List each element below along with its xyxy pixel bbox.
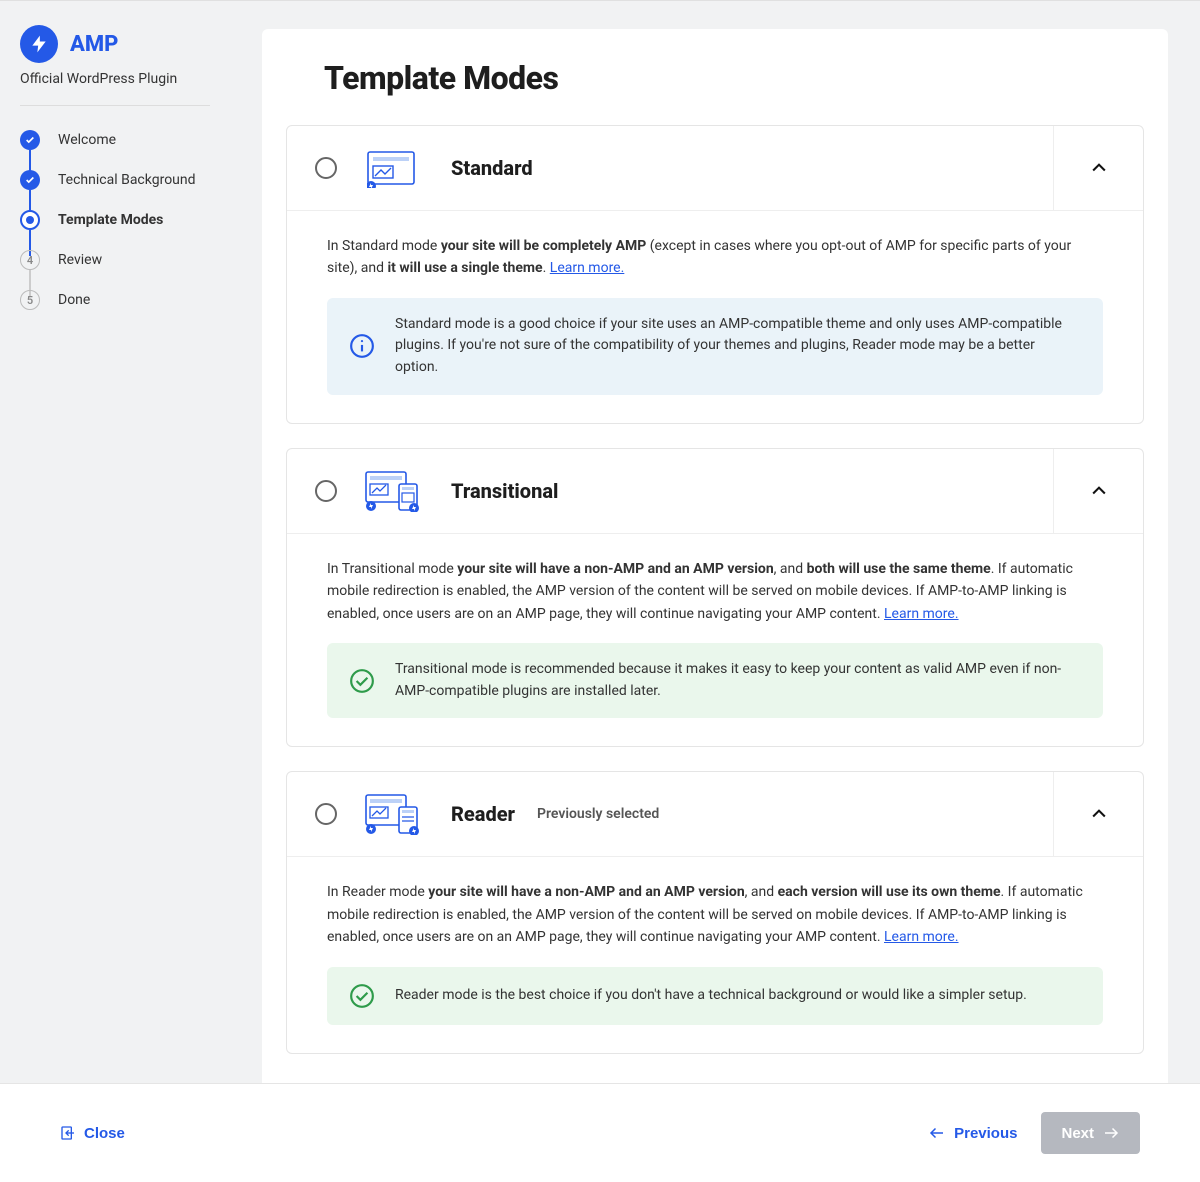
check-circle-icon <box>349 668 375 694</box>
success-callout: Reader mode is the best choice if you do… <box>327 967 1103 1025</box>
mode-card-reader: Reader Previously selected In Reader mod… <box>286 771 1144 1053</box>
brand-subtitle: Official WordPress Plugin <box>20 71 210 87</box>
arrow-left-icon <box>928 1124 946 1142</box>
callout-text: Standard mode is a good choice if your s… <box>395 314 1081 379</box>
sidebar: AMP Official WordPress Plugin Welcome Te… <box>0 1 230 1142</box>
callout-text: Transitional mode is recommended because… <box>395 659 1081 702</box>
radio-reader[interactable] <box>315 803 337 825</box>
step-label: Template Modes <box>58 212 163 228</box>
mode-description: In Transitional mode your site will have… <box>327 558 1103 625</box>
card-title: Standard <box>451 156 533 180</box>
collapse-toggle[interactable] <box>1053 126 1143 210</box>
step-label: Technical Background <box>58 172 196 188</box>
learn-more-link[interactable]: Learn more. <box>550 260 625 276</box>
radio-standard[interactable] <box>315 157 337 179</box>
step-number-icon: 5 <box>20 290 40 310</box>
card-title: Reader <box>451 802 515 826</box>
radio-active-icon <box>20 210 40 230</box>
exit-icon <box>60 1125 76 1141</box>
reader-mode-icon <box>365 794 421 834</box>
card-body: In Transitional mode your site will have… <box>287 534 1143 747</box>
main-content: Template Modes Standard In Standard mode… <box>230 1 1200 1142</box>
step-review[interactable]: 4 Review <box>20 240 210 280</box>
mode-description: In Standard mode your site will be compl… <box>327 235 1103 280</box>
success-callout: Transitional mode is recommended because… <box>327 643 1103 718</box>
info-callout: Standard mode is a good choice if your s… <box>327 298 1103 395</box>
arrow-right-icon <box>1102 1124 1120 1142</box>
step-done[interactable]: 5 Done <box>20 280 210 320</box>
transitional-mode-icon <box>365 471 421 511</box>
step-number-icon: 4 <box>20 250 40 270</box>
card-header: Standard <box>287 126 1143 211</box>
radio-transitional[interactable] <box>315 480 337 502</box>
brand: AMP <box>20 25 210 63</box>
step-template-modes[interactable]: Template Modes <box>20 200 210 240</box>
step-welcome[interactable]: Welcome <box>20 120 210 160</box>
learn-more-link[interactable]: Learn more. <box>884 606 959 622</box>
next-button[interactable]: Next <box>1041 1112 1140 1154</box>
callout-text: Reader mode is the best choice if you do… <box>395 985 1027 1007</box>
step-list: Welcome Technical Background Template Mo… <box>20 120 210 320</box>
close-button[interactable]: Close <box>60 1125 125 1142</box>
page-title: Template Modes <box>324 59 1144 97</box>
check-icon <box>20 130 40 150</box>
collapse-toggle[interactable] <box>1053 449 1143 533</box>
card-title: Transitional <box>451 479 558 503</box>
mode-card-transitional: Transitional In Transitional mode your s… <box>286 448 1144 748</box>
step-label: Done <box>58 292 90 308</box>
check-circle-icon <box>349 983 375 1009</box>
chevron-up-icon <box>1089 481 1109 501</box>
step-label: Review <box>58 252 102 268</box>
divider <box>20 105 210 106</box>
mode-card-standard: Standard In Standard mode your site will… <box>286 125 1144 424</box>
mode-description: In Reader mode your site will have a non… <box>327 881 1103 948</box>
brand-title: AMP <box>70 32 118 57</box>
previously-selected-badge: Previously selected <box>537 806 659 822</box>
card-header: Transitional <box>287 449 1143 534</box>
card-body: In Standard mode your site will be compl… <box>287 211 1143 423</box>
collapse-toggle[interactable] <box>1053 772 1143 856</box>
footer: Close Previous Next <box>0 1083 1200 1182</box>
info-icon <box>349 333 375 359</box>
learn-more-link[interactable]: Learn more. <box>884 929 959 945</box>
chevron-up-icon <box>1089 158 1109 178</box>
previous-button[interactable]: Previous <box>928 1124 1017 1142</box>
chevron-up-icon <box>1089 804 1109 824</box>
card-body: In Reader mode your site will have a non… <box>287 857 1143 1052</box>
amp-logo-icon <box>20 25 58 63</box>
check-icon <box>20 170 40 190</box>
step-technical[interactable]: Technical Background <box>20 160 210 200</box>
standard-mode-icon <box>365 148 421 188</box>
card-header: Reader Previously selected <box>287 772 1143 857</box>
step-label: Welcome <box>58 132 116 148</box>
